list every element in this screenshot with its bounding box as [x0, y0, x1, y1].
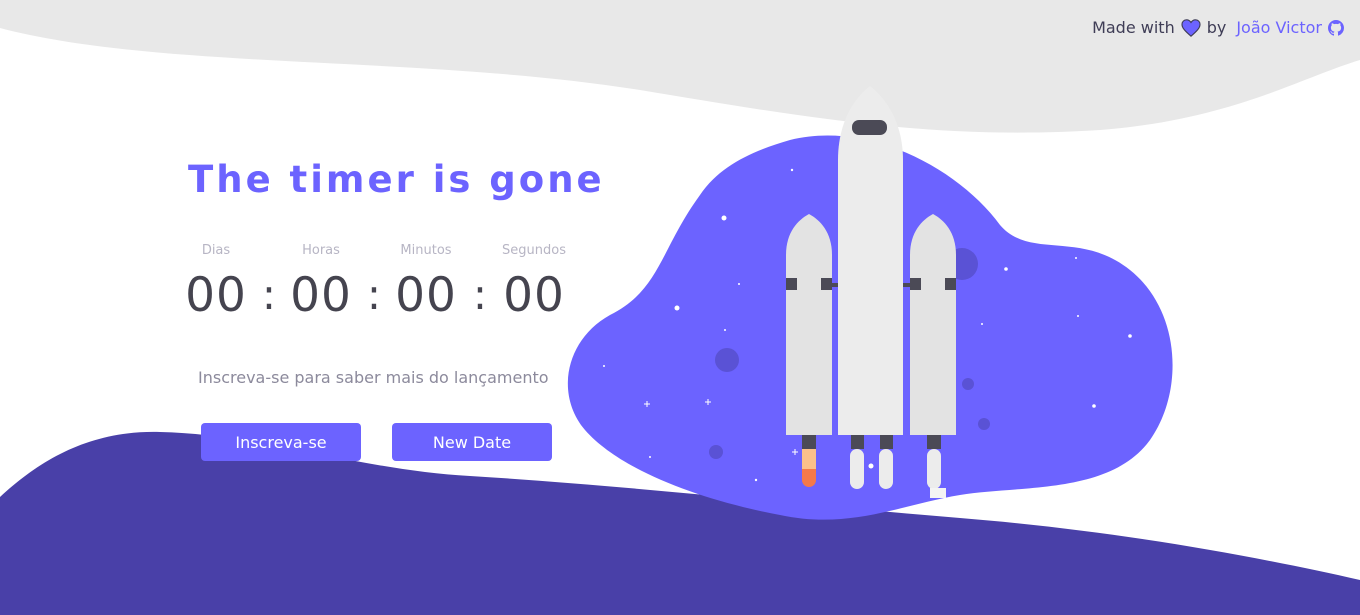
planet: [715, 348, 739, 372]
planet: [978, 418, 990, 430]
rocket-body: [832, 86, 910, 489]
rocket-illustration: [567, 86, 1173, 520]
planet: [709, 445, 723, 459]
planet: [962, 378, 974, 390]
